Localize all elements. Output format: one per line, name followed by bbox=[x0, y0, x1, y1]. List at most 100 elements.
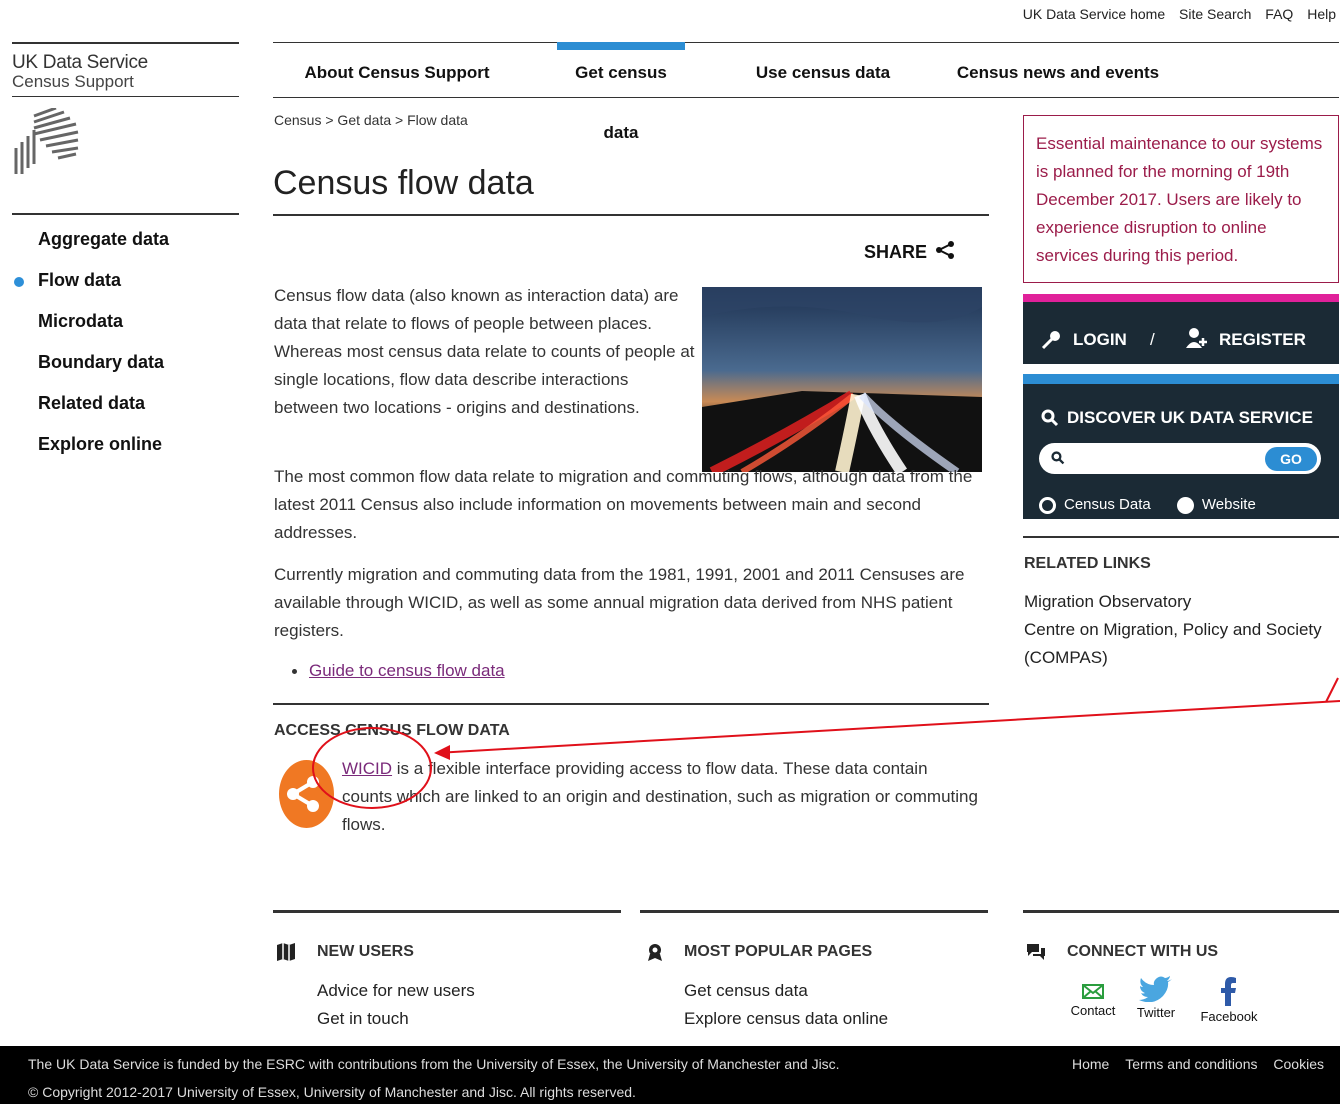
utility-help-link[interactable]: Help bbox=[1307, 6, 1336, 22]
register-button[interactable]: REGISTER bbox=[1219, 330, 1306, 350]
discover-panel: DISCOVER UK DATA SERVICE GO Census Data … bbox=[1023, 374, 1339, 519]
advice-for-new-users-link[interactable]: Advice for new users bbox=[317, 981, 475, 1001]
share-icon bbox=[936, 241, 955, 259]
connect-heading: CONNECT WITH US bbox=[1067, 943, 1219, 960]
related-link-migration-observatory[interactable]: Migration Observatory bbox=[1024, 588, 1324, 616]
leftnav-item-boundary-data[interactable]: Boundary data bbox=[12, 352, 239, 393]
facebook-label: Facebook bbox=[1200, 1009, 1258, 1024]
footer-home-link[interactable]: Home bbox=[1072, 1056, 1109, 1072]
flow-share-icon bbox=[279, 760, 334, 828]
search-field-icon bbox=[1051, 451, 1065, 465]
contact-link[interactable]: Contact bbox=[1066, 980, 1120, 1018]
tab-use-census-data[interactable]: Use census data bbox=[743, 43, 903, 98]
annotation-arrow-line bbox=[435, 700, 1340, 754]
login-panel: LOGIN / REGISTER bbox=[1023, 294, 1339, 364]
leftnav-label: Flow data bbox=[38, 270, 122, 290]
connect-divider bbox=[1023, 910, 1339, 913]
brand[interactable]: UK Data Service Census Support bbox=[12, 42, 239, 97]
get-in-touch-link[interactable]: Get in touch bbox=[317, 1009, 409, 1029]
award-icon bbox=[648, 944, 662, 961]
radio-census-data-label: Census Data bbox=[1064, 496, 1151, 513]
tab-get-census-data[interactable]: Get census data bbox=[557, 42, 685, 142]
wicid-text: is a flexible interface providing access… bbox=[342, 759, 978, 834]
contact-label: Contact bbox=[1070, 1003, 1116, 1018]
brand-sub: Census Support bbox=[12, 72, 239, 97]
map-icon bbox=[277, 943, 295, 961]
radio-website[interactable]: Website bbox=[1176, 496, 1256, 514]
related-link-compas[interactable]: Centre on Migration, Policy and Society … bbox=[1024, 616, 1324, 672]
explore-census-data-online-link[interactable]: Explore census data online bbox=[684, 1009, 888, 1029]
footer-terms-link[interactable]: Terms and conditions bbox=[1125, 1056, 1257, 1072]
add-user-icon bbox=[1186, 328, 1207, 348]
left-nav: Aggregate data Flow data Microdata Bound… bbox=[12, 213, 239, 475]
leftnav-label: Aggregate data bbox=[38, 229, 170, 249]
footer-cookies-link[interactable]: Cookies bbox=[1273, 1056, 1324, 1072]
tab-census-news-and-events[interactable]: Census news and events bbox=[953, 43, 1163, 98]
tab-about-census-support[interactable]: About Census Support bbox=[297, 43, 497, 98]
related-links: Migration Observatory Centre on Migratio… bbox=[1024, 588, 1324, 672]
title-divider bbox=[273, 214, 989, 216]
radio-census-data[interactable]: Census Data bbox=[1039, 496, 1151, 514]
search-scope-options: Census Data Website bbox=[1039, 496, 1256, 514]
chat-icon bbox=[1027, 944, 1045, 960]
new-users-heading: NEW USERS bbox=[317, 943, 414, 960]
footer-copyright: © Copyright 2012-2017 University of Esse… bbox=[28, 1084, 636, 1100]
brand-name: UK Data Service bbox=[12, 52, 148, 73]
leftnav-item-aggregate-data[interactable]: Aggregate data bbox=[12, 229, 239, 270]
key-icon bbox=[1041, 331, 1060, 350]
wicid-link[interactable]: WICID bbox=[342, 759, 392, 778]
guide-list-item: Guide to census flow data bbox=[292, 661, 505, 681]
leftnav-label: Boundary data bbox=[38, 352, 165, 372]
leftnav-label: Explore online bbox=[38, 434, 163, 454]
utility-search-link[interactable]: Site Search bbox=[1179, 6, 1251, 22]
utility-home-link[interactable]: UK Data Service home bbox=[1023, 6, 1165, 22]
search-input[interactable]: GO bbox=[1039, 443, 1321, 474]
get-census-data-link[interactable]: Get census data bbox=[684, 981, 808, 1001]
login-button[interactable]: LOGIN bbox=[1073, 330, 1127, 350]
facebook-link[interactable]: Facebook bbox=[1196, 976, 1262, 1024]
maintenance-notice: Essential maintenance to our systems is … bbox=[1023, 115, 1339, 283]
utility-nav: UK Data Service home Site Search FAQ Hel… bbox=[1013, 6, 1336, 22]
access-divider bbox=[273, 703, 989, 705]
related-links-heading: RELATED LINKS bbox=[1024, 555, 1151, 572]
leftnav-item-related-data[interactable]: Related data bbox=[12, 393, 239, 434]
twitter-link[interactable]: Twitter bbox=[1130, 976, 1182, 1020]
access-heading: ACCESS CENSUS FLOW DATA bbox=[274, 722, 510, 739]
availability-paragraph: Currently migration and commuting data f… bbox=[274, 565, 965, 640]
bullet-icon bbox=[292, 669, 297, 675]
leftnav-item-microdata[interactable]: Microdata bbox=[12, 311, 239, 352]
envelope-icon bbox=[1082, 984, 1104, 999]
popular-divider bbox=[640, 910, 988, 913]
leftnav-item-flow-data[interactable]: Flow data bbox=[12, 270, 239, 311]
login-separator: / bbox=[1150, 330, 1155, 349]
migration-paragraph: The most common flow data relate to migr… bbox=[274, 467, 973, 542]
utility-faq-link[interactable]: FAQ bbox=[1265, 6, 1293, 22]
active-bullet-icon bbox=[14, 277, 24, 287]
radio-website-label: Website bbox=[1201, 496, 1256, 513]
wicid-description: WICID is a flexible interface providing … bbox=[342, 755, 982, 839]
popular-pages-heading: MOST POPULAR PAGES bbox=[684, 943, 873, 960]
search-icon bbox=[1041, 409, 1059, 427]
share-label: SHARE bbox=[864, 242, 928, 262]
discover-title: DISCOVER UK DATA SERVICE bbox=[1067, 408, 1313, 427]
breadcrumb[interactable]: Census > Get data > Flow data bbox=[274, 112, 468, 128]
page-title: Census flow data bbox=[273, 164, 534, 202]
intro-paragraph: Census flow data (also known as interact… bbox=[274, 286, 695, 417]
motorway-light-trails-image bbox=[702, 287, 982, 472]
share-button[interactable]: SHARE bbox=[864, 241, 956, 263]
footer-links: Home Terms and conditions Cookies bbox=[1060, 1056, 1324, 1072]
leftnav-item-explore-online[interactable]: Explore online bbox=[12, 434, 239, 475]
site-footer: The UK Data Service is funded by the ESR… bbox=[0, 1046, 1340, 1104]
go-button[interactable]: GO bbox=[1265, 447, 1317, 471]
uk-data-service-logo-icon[interactable] bbox=[12, 108, 82, 178]
new-users-divider bbox=[273, 910, 621, 913]
guide-link[interactable]: Guide to census flow data bbox=[309, 661, 505, 680]
annotation-edge-line bbox=[1325, 677, 1339, 703]
twitter-label: Twitter bbox=[1136, 1005, 1176, 1020]
related-divider bbox=[1023, 536, 1339, 538]
radio-census-data-icon bbox=[1039, 496, 1056, 514]
leftnav-label: Microdata bbox=[38, 311, 124, 331]
top-nav: About Census Support Get census data Use… bbox=[273, 42, 1339, 142]
radio-website-icon bbox=[1176, 496, 1194, 514]
twitter-bird-icon bbox=[1139, 976, 1172, 1003]
